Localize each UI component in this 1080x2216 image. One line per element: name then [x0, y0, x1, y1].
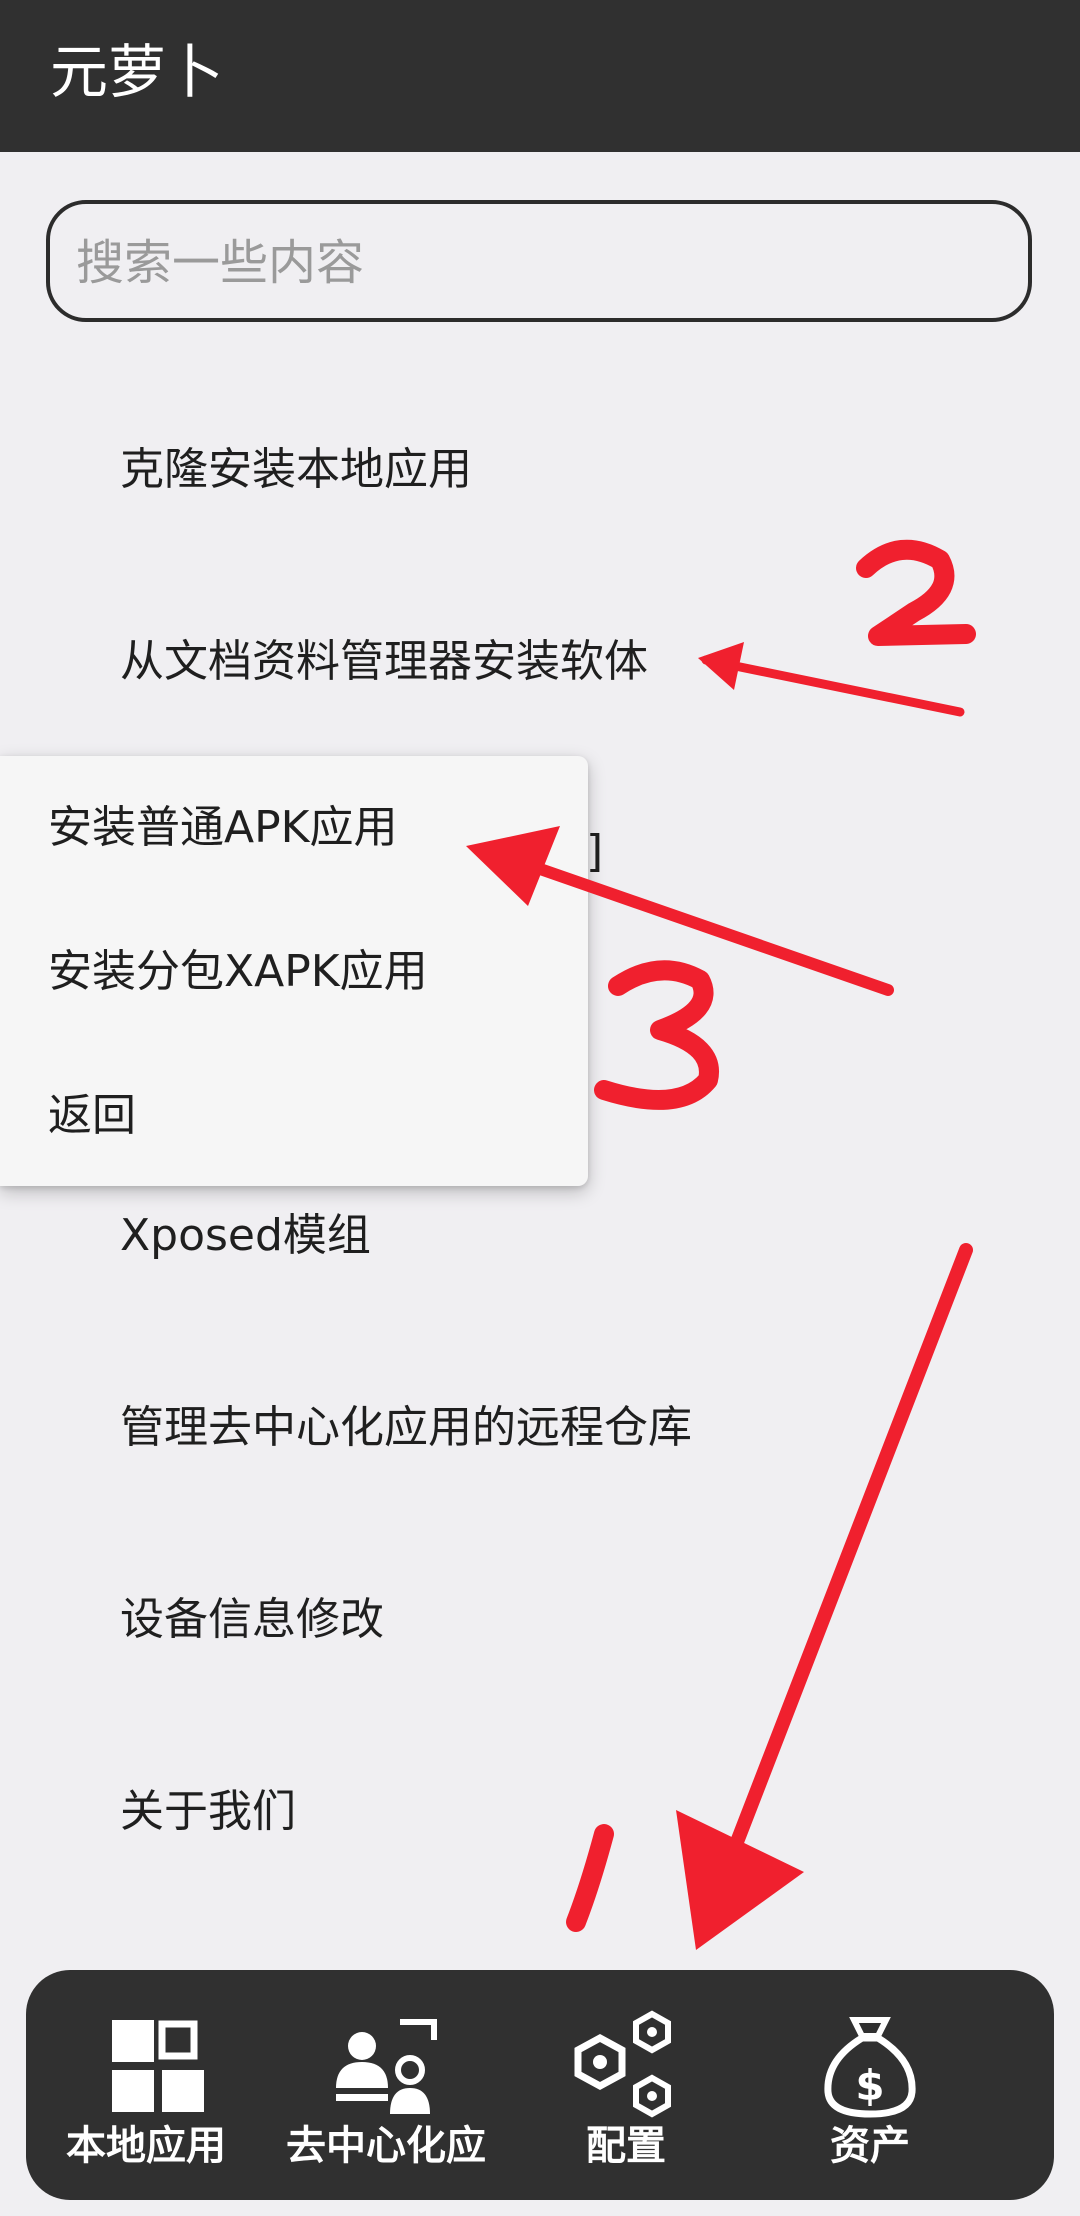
app-screen: 元萝卜 克隆安装本地应用 从文档资料管理器安装软体 ] Xposed模组 管理去… [0, 0, 1080, 2216]
grid-icon [86, 2010, 206, 2120]
tab-local-apps[interactable]: 本地应用 [26, 1970, 266, 2200]
tab-assets[interactable]: $ 资产 [746, 1970, 994, 2200]
annotation-arrow-1 [723, 1243, 973, 1867]
annotation-arrowhead-1 [676, 1810, 804, 1950]
svg-text:$: $ [855, 2061, 884, 2110]
menu-item-install-from-files[interactable]: 从文档资料管理器安装软体 [120, 632, 648, 692]
menu-item-about[interactable]: 关于我们 [120, 1782, 296, 1842]
menu-item-partially-hidden: ] [586, 826, 604, 877]
search-input[interactable] [74, 222, 1008, 304]
menu-item-clone-install[interactable]: 克隆安装本地应用 [120, 440, 472, 500]
money-bag-icon: $ [810, 2010, 930, 2120]
app-title: 元萝卜 [50, 38, 225, 106]
tab-label-local-apps: 本地应用 [66, 2123, 226, 2169]
annotation-number-3 [594, 960, 719, 1110]
popup-item-install-xapk[interactable]: 安装分包XAPK应用 [48, 942, 428, 1002]
tab-label-assets: 资产 [830, 2123, 910, 2169]
popup-item-install-apk[interactable]: 安装普通APK应用 [48, 798, 398, 858]
menu-item-xposed[interactable]: Xposed模组 [120, 1206, 371, 1266]
people-icon [326, 2010, 446, 2120]
tab-label-config: 配置 [586, 2123, 666, 2169]
annotation-arrow-2 [701, 655, 965, 717]
annotation-number-1 [566, 1824, 614, 1932]
install-options-popup: 安装普通APK应用 安装分包XAPK应用 返回 [0, 756, 588, 1186]
annotation-arrowhead-2 [698, 642, 744, 690]
tab-config[interactable]: 配置 [506, 1970, 746, 2200]
search-box[interactable] [46, 200, 1032, 322]
hexagon-nodes-icon [566, 2010, 686, 2120]
tab-decentralized-apps[interactable]: 去中心化应 [266, 1970, 506, 2200]
tab-label-decentralized-apps: 去中心化应 [286, 2123, 486, 2169]
top-app-bar: 元萝卜 [0, 0, 1080, 152]
annotation-number-2 [856, 539, 976, 646]
menu-item-device-info[interactable]: 设备信息修改 [120, 1590, 384, 1650]
menu-item-remote-repos[interactable]: 管理去中心化应用的远程仓库 [120, 1398, 692, 1458]
popup-item-back[interactable]: 返回 [48, 1086, 136, 1146]
bottom-navigation: 本地应用 去中心化应 配置 $ 资产 [26, 1970, 1054, 2200]
